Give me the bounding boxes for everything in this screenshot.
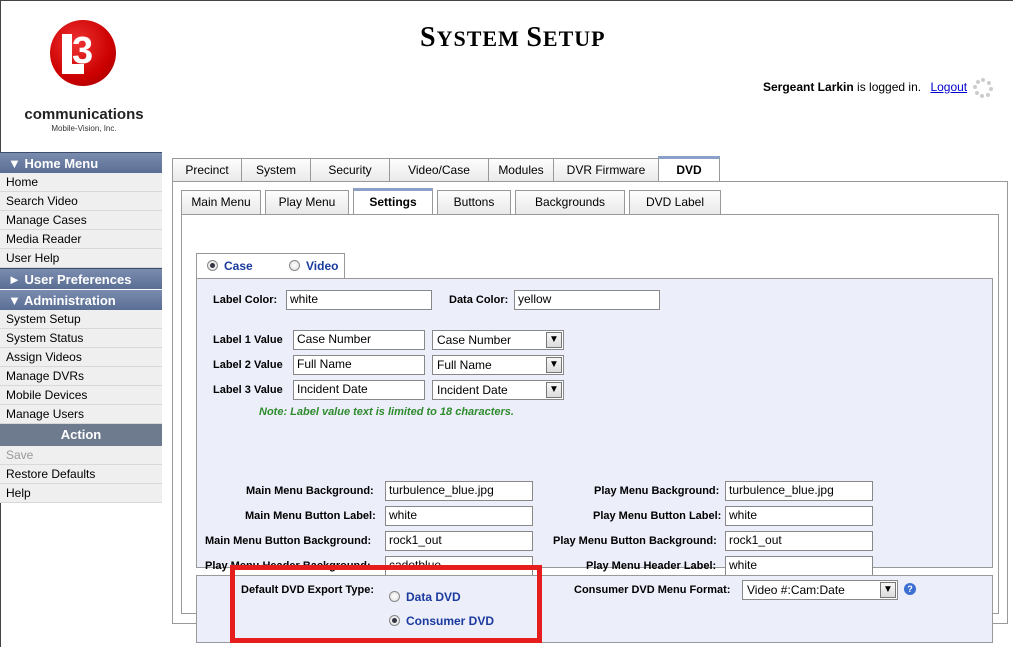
- play-menu-header-label-label: Play Menu Header Label:: [586, 560, 717, 572]
- label2-select[interactable]: Full Name ▼: [432, 355, 564, 375]
- radio-selected-icon: [207, 260, 218, 271]
- administration-header[interactable]: ▼ Administration: [0, 289, 162, 310]
- label2-label: Label 2 Value: [213, 359, 283, 371]
- main-menu-button-label-field[interactable]: white: [385, 506, 533, 526]
- highlight-box: [230, 565, 542, 643]
- loading-spinner-icon: [973, 78, 993, 98]
- action-item-save: Save: [0, 446, 162, 465]
- label1-field[interactable]: Case Number: [293, 330, 425, 350]
- sidebar-item-search-video[interactable]: Search Video: [0, 192, 162, 211]
- main-menu-bg-field[interactable]: turbulence_blue.jpg: [385, 481, 533, 501]
- play-menu-button-label-label: Play Menu Button Label:: [593, 510, 722, 522]
- dropdown-arrow-icon: ▼: [546, 357, 562, 373]
- help-icon[interactable]: ?: [904, 583, 916, 595]
- label2-field[interactable]: Full Name: [293, 355, 425, 375]
- subtab-dvd-label[interactable]: DVD Label: [629, 190, 721, 214]
- label3-select[interactable]: Incident Date ▼: [432, 380, 564, 400]
- sidebar-item-home[interactable]: Home: [0, 173, 162, 192]
- consumer-menu-format-select[interactable]: Video #:Cam:Date ▼: [742, 580, 898, 600]
- dropdown-arrow-icon: ▼: [546, 332, 562, 348]
- main-menu-button-bg-field[interactable]: rock1_out: [385, 531, 533, 551]
- logo-three-glyph: 3: [72, 30, 94, 72]
- play-menu-button-bg-field[interactable]: rock1_out: [725, 531, 873, 551]
- play-menu-button-bg-label: Play Menu Button Background:: [553, 535, 717, 547]
- sidebar-item-system-status[interactable]: System Status: [0, 329, 162, 348]
- label-settings-box: Label Color: white Data Color: yellow La…: [196, 278, 993, 472]
- play-menu-header-label-field[interactable]: white: [725, 556, 873, 576]
- play-menu-bg-label: Play Menu Background:: [594, 485, 720, 497]
- radio-unselected-icon: [289, 260, 300, 271]
- tab-system[interactable]: System: [241, 158, 311, 182]
- menu-settings-box: Main Menu Background: turbulence_blue.jp…: [196, 471, 993, 576]
- dvd-panel: Main Menu Play Menu Settings Buttons Backgro…: [172, 181, 1008, 643]
- subtab-buttons[interactable]: Buttons: [437, 190, 511, 214]
- page-title: SYSTEM SETUP: [420, 22, 606, 53]
- sidebar-item-user-help[interactable]: User Help: [0, 249, 162, 268]
- sidebar-item-manage-users[interactable]: Manage Users: [0, 405, 162, 424]
- subtab-main-menu[interactable]: Main Menu: [181, 190, 261, 214]
- dropdown-arrow-icon: ▼: [546, 382, 562, 398]
- action-item-help[interactable]: Help: [0, 484, 162, 503]
- main-menu-button-bg-label: Main Menu Button Background:: [205, 535, 372, 547]
- sidebar-item-assign-videos[interactable]: Assign Videos: [0, 348, 162, 367]
- home-menu-header[interactable]: ▼ Home Menu: [0, 152, 162, 173]
- action-item-restore-defaults[interactable]: Restore Defaults: [0, 465, 162, 484]
- label3-field[interactable]: Incident Date: [293, 380, 425, 400]
- video-radio[interactable]: Video: [289, 259, 338, 273]
- company-logo: 3 communications Mobile-Vision, Inc.: [14, 20, 174, 133]
- sidebar-item-manage-dvrs[interactable]: Manage DVRs: [0, 367, 162, 386]
- tab-video-case[interactable]: Video/Case: [389, 158, 489, 182]
- play-menu-button-label-field[interactable]: white: [725, 506, 873, 526]
- dropdown-arrow-icon: ▼: [880, 582, 896, 598]
- subtab-backgrounds[interactable]: Backgrounds: [515, 190, 625, 214]
- user-name: Sergeant Larkin: [763, 80, 854, 94]
- play-menu-bg-field[interactable]: turbulence_blue.jpg: [725, 481, 873, 501]
- data-color-label: Data Color:: [449, 294, 509, 306]
- login-status: Sergeant Larkin is logged in. Logout: [763, 80, 967, 94]
- tab-precinct[interactable]: Precinct: [172, 158, 242, 182]
- main-menu-button-label-label: Main Menu Button Label:: [245, 510, 376, 522]
- subtab-settings[interactable]: Settings: [353, 188, 433, 214]
- data-color-field[interactable]: yellow: [514, 290, 660, 310]
- consumer-menu-format-label: Consumer DVD Menu Format:: [574, 584, 731, 596]
- label-color-label: Label Color:: [213, 294, 278, 306]
- main-menu-bg-label: Main Menu Background:: [246, 485, 374, 497]
- logo-subtext: Mobile-Vision, Inc.: [51, 124, 117, 133]
- sidebar: ▼ Home Menu Home Search Video Manage Cases…: [0, 152, 162, 503]
- label-note: Note: Label value text is limited to 18 …: [259, 406, 514, 418]
- label3-label: Label 3 Value: [213, 384, 283, 396]
- sidebar-item-mobile-devices[interactable]: Mobile Devices: [0, 386, 162, 405]
- tab-dvd[interactable]: DVD: [658, 156, 720, 182]
- tab-security[interactable]: Security: [310, 158, 390, 182]
- sidebar-item-system-setup[interactable]: System Setup: [0, 310, 162, 329]
- sidebar-item-manage-cases[interactable]: Manage Cases: [0, 211, 162, 230]
- action-header: Action: [0, 424, 162, 446]
- case-radio[interactable]: Case: [207, 259, 253, 273]
- label-color-field[interactable]: white: [286, 290, 432, 310]
- logo-text: communications: [24, 106, 144, 123]
- label1-label: Label 1 Value: [213, 334, 283, 346]
- tab-dvr-firmware[interactable]: DVR Firmware: [553, 158, 659, 182]
- main-content: Precinct System Security Video/Case Modules D…: [172, 148, 1008, 643]
- logout-link[interactable]: Logout: [930, 80, 967, 94]
- login-text: is logged in.: [857, 80, 922, 94]
- sidebar-item-media-reader[interactable]: Media Reader: [0, 230, 162, 249]
- settings-panel: Case Video Label Color: white Data Color…: [181, 214, 999, 643]
- tab-modules[interactable]: Modules: [488, 158, 554, 182]
- user-preferences-header[interactable]: ► User Preferences: [0, 268, 162, 289]
- mode-selector: Case Video: [196, 253, 345, 279]
- label1-select[interactable]: Case Number ▼: [432, 330, 564, 350]
- subtab-play-menu[interactable]: Play Menu: [265, 190, 349, 214]
